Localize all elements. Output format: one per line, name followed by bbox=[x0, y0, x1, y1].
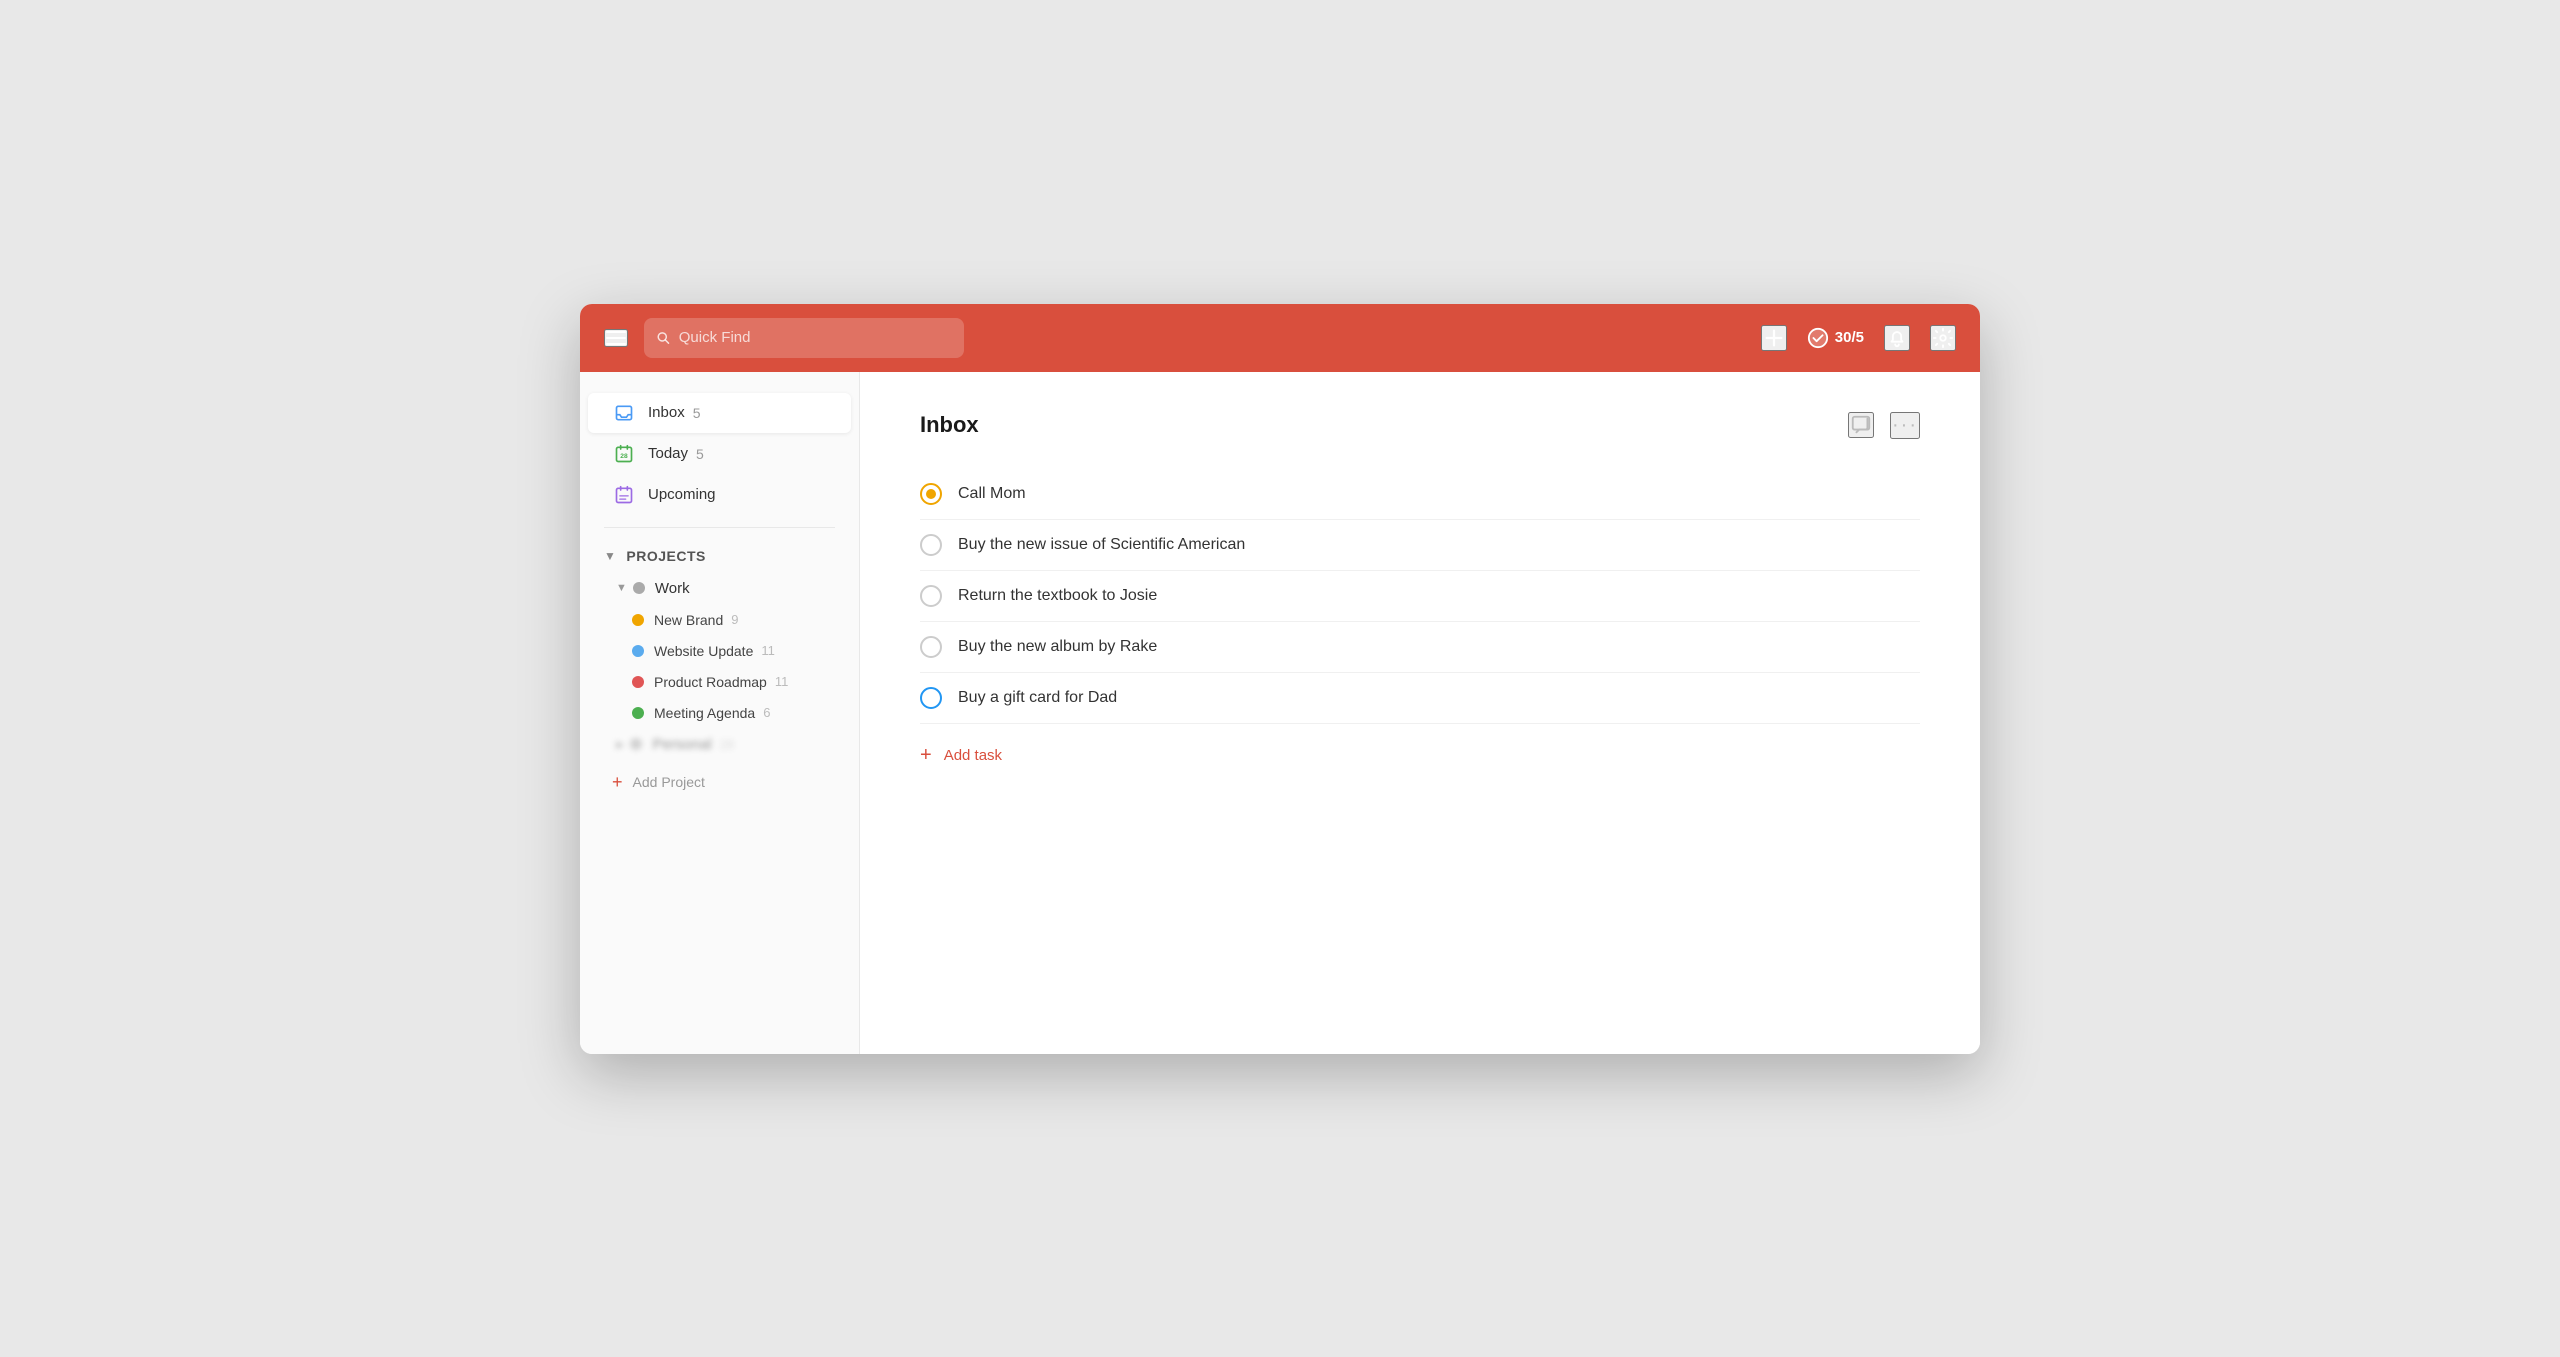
main-header: Inbox ··· bbox=[920, 412, 1920, 439]
product-roadmap-label: Product Roadmap bbox=[654, 674, 767, 690]
personal-count: 28 bbox=[720, 737, 734, 752]
new-brand-count: 9 bbox=[731, 612, 738, 627]
more-options-button[interactable]: ··· bbox=[1890, 412, 1920, 439]
website-update-count: 11 bbox=[761, 643, 775, 658]
upcoming-label: Upcoming bbox=[648, 486, 716, 503]
sidebar-item-today[interactable]: 28 Today 5 bbox=[588, 434, 851, 474]
task-circle-5[interactable] bbox=[920, 687, 942, 709]
comment-button[interactable] bbox=[1848, 412, 1874, 438]
add-task-label: Add task bbox=[944, 747, 1002, 764]
bell-icon bbox=[1886, 327, 1908, 349]
inbox-label: Inbox bbox=[648, 404, 685, 421]
menu-button[interactable] bbox=[604, 329, 628, 347]
sidebar-item-inbox[interactable]: Inbox 5 bbox=[588, 393, 851, 433]
search-bar[interactable] bbox=[644, 318, 964, 358]
notification-button[interactable] bbox=[1884, 325, 1910, 351]
personal-label: Personal bbox=[652, 736, 711, 753]
work-label: Work bbox=[655, 580, 690, 597]
work-group-header[interactable]: ▼ Work bbox=[604, 573, 851, 604]
projects-header[interactable]: ▼ Projects bbox=[580, 540, 859, 572]
task-item[interactable]: Call Mom bbox=[920, 469, 1920, 520]
new-brand-label: New Brand bbox=[654, 612, 723, 628]
header-actions: 30/5 bbox=[1761, 325, 1956, 351]
inbox-icon bbox=[612, 401, 636, 425]
projects-label: Projects bbox=[626, 548, 705, 564]
sidebar-divider bbox=[604, 527, 835, 528]
personal-group[interactable]: ▶ Personal 28 bbox=[596, 729, 859, 760]
body: Inbox 5 28 Today 5 bbox=[580, 372, 1980, 1054]
task-circle-3[interactable] bbox=[920, 585, 942, 607]
project-item-website-update[interactable]: Website Update 11 bbox=[604, 636, 851, 666]
add-task-plus-icon: + bbox=[920, 744, 932, 767]
meeting-agenda-count: 6 bbox=[763, 705, 770, 720]
app-window: 30/5 bbox=[580, 304, 1980, 1054]
task-text-2: Buy the new issue of Scientific American bbox=[958, 536, 1920, 554]
settings-button[interactable] bbox=[1930, 325, 1956, 351]
task-item[interactable]: Return the textbook to Josie bbox=[920, 571, 1920, 622]
project-item-new-brand[interactable]: New Brand 9 bbox=[604, 605, 851, 635]
task-item[interactable]: Buy a gift card for Dad bbox=[920, 673, 1920, 724]
product-roadmap-dot bbox=[632, 676, 644, 688]
work-group: ▼ Work New Brand 9 Website Update 11 Pr bbox=[596, 573, 859, 728]
plus-icon bbox=[1763, 327, 1785, 349]
personal-chevron: ▶ bbox=[616, 738, 624, 751]
project-item-product-roadmap[interactable]: Product Roadmap 11 bbox=[604, 667, 851, 697]
add-task-button[interactable] bbox=[1761, 325, 1787, 351]
gear-icon bbox=[1932, 327, 1954, 349]
work-chevron: ▼ bbox=[616, 582, 627, 594]
new-brand-dot bbox=[632, 614, 644, 626]
add-task-button[interactable]: + Add task bbox=[920, 732, 1920, 779]
upcoming-icon bbox=[612, 483, 636, 507]
karma-badge[interactable]: 30/5 bbox=[1807, 327, 1864, 349]
projects-chevron: ▼ bbox=[604, 549, 616, 563]
main-actions: ··· bbox=[1848, 412, 1920, 439]
add-project-button[interactable]: + Add Project bbox=[588, 764, 851, 801]
personal-dot bbox=[630, 738, 642, 750]
page-title: Inbox bbox=[920, 412, 1848, 438]
task-text-5: Buy a gift card for Dad bbox=[958, 689, 1920, 707]
karma-count: 30/5 bbox=[1835, 329, 1864, 346]
main-content: Inbox ··· Call Mom bbox=[860, 372, 1980, 1054]
task-text-4: Buy the new album by Rake bbox=[958, 638, 1920, 656]
today-label: Today bbox=[648, 445, 688, 462]
sidebar-item-upcoming[interactable]: Upcoming bbox=[588, 475, 851, 515]
task-list: Call Mom Buy the new issue of Scientific… bbox=[920, 469, 1920, 779]
personal-group-header[interactable]: ▶ Personal 28 bbox=[604, 729, 851, 760]
sidebar: Inbox 5 28 Today 5 bbox=[580, 372, 860, 1054]
website-update-label: Website Update bbox=[654, 643, 753, 659]
search-input[interactable] bbox=[679, 329, 952, 346]
task-item[interactable]: Buy the new issue of Scientific American bbox=[920, 520, 1920, 571]
website-update-dot bbox=[632, 645, 644, 657]
add-project-icon: + bbox=[612, 772, 623, 793]
meeting-agenda-dot bbox=[632, 707, 644, 719]
search-icon bbox=[656, 330, 671, 346]
work-dot bbox=[633, 582, 645, 594]
product-roadmap-count: 11 bbox=[775, 674, 789, 689]
today-count: 5 bbox=[696, 446, 704, 462]
task-circle-1[interactable] bbox=[920, 483, 942, 505]
svg-text:28: 28 bbox=[620, 453, 628, 460]
task-circle-4[interactable] bbox=[920, 636, 942, 658]
task-text-3: Return the textbook to Josie bbox=[958, 587, 1920, 605]
task-circle-2[interactable] bbox=[920, 534, 942, 556]
header: 30/5 bbox=[580, 304, 1980, 372]
comment-icon bbox=[1850, 414, 1872, 436]
project-item-meeting-agenda[interactable]: Meeting Agenda 6 bbox=[604, 698, 851, 728]
karma-check-icon bbox=[1807, 327, 1829, 349]
today-icon: 28 bbox=[612, 442, 636, 466]
add-project-label: Add Project bbox=[633, 774, 705, 790]
task-text-1: Call Mom bbox=[958, 485, 1920, 503]
inbox-count: 5 bbox=[693, 405, 701, 421]
task-item[interactable]: Buy the new album by Rake bbox=[920, 622, 1920, 673]
meeting-agenda-label: Meeting Agenda bbox=[654, 705, 755, 721]
